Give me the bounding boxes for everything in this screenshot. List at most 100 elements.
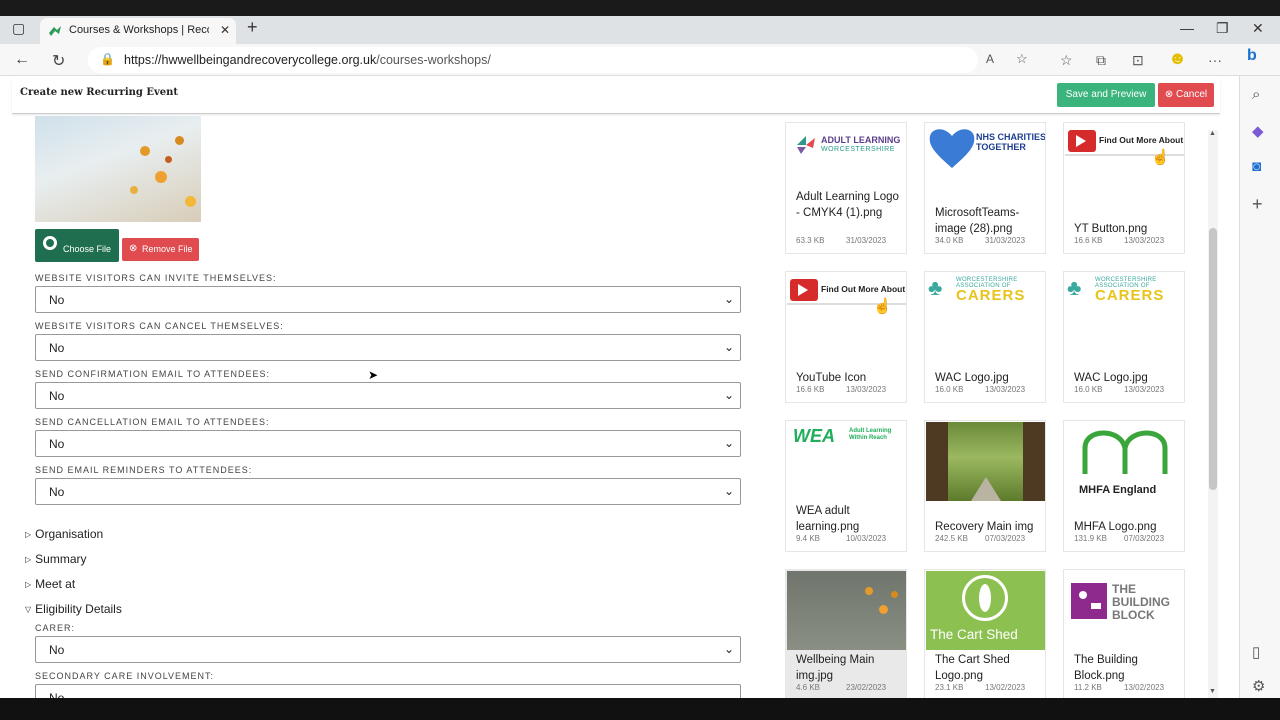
media-card[interactable]: Find Out More About ☝ YT Button.png 16.6… (1063, 122, 1185, 254)
outlook-icon[interactable]: ◙ (1252, 158, 1261, 175)
maximize-icon[interactable]: ❐ (1216, 20, 1229, 37)
search-icon[interactable]: ⌕ (1252, 86, 1260, 103)
select-value: No (49, 341, 65, 355)
hand-pointer-icon: ☝ (1151, 149, 1170, 166)
media-thumbnail: Find Out More About ☝ (1065, 124, 1184, 203)
minimize-icon[interactable]: — (1180, 20, 1194, 36)
close-tab-icon[interactable]: ✕ (220, 23, 230, 37)
tree-trunk (1023, 422, 1045, 501)
section-eligibility-details[interactable]: ▽ Eligibility Details (25, 602, 122, 616)
media-size: 23.1 KB (935, 683, 964, 692)
path-shape (971, 477, 1001, 501)
media-library: ADULT LEARNING WORCESTERSHIRE Adult Lear… (780, 116, 1210, 698)
emoji-extension-icon[interactable]: ☻ (1168, 48, 1187, 69)
close-window-icon[interactable]: ✕ (1252, 20, 1264, 37)
mhfa-logo-icon (1082, 430, 1168, 474)
favorite-add-icon[interactable]: ☆ (1016, 51, 1028, 67)
media-thumbnail: NHS CHARITIES TOGETHER (926, 124, 1045, 203)
favorites-icon[interactable]: ☆ (1060, 52, 1073, 69)
confirmation-email-select[interactable]: No ⌄ (35, 382, 741, 409)
select-value: No (49, 293, 65, 307)
cancel-button[interactable]: ⊗ Cancel (1158, 83, 1214, 107)
media-card[interactable]: NHS CHARITIES TOGETHER MicrosoftTeams-im… (924, 122, 1046, 254)
flower-dot (865, 587, 873, 595)
media-thumbnail: WEA Adult Learning Within Reach (787, 422, 906, 501)
sidebar-toggle-icon[interactable]: ▯ (1252, 643, 1260, 661)
media-name: The Cart Shed Logo.png (935, 654, 1010, 682)
chevron-down-icon: ⌄ (723, 484, 734, 498)
thumb-text: THE BUILDING BLOCK (1112, 582, 1170, 622)
media-name: WAC Logo.jpg (1074, 372, 1148, 384)
confirmation-email-label: SEND CONFIRMATION EMAIL TO ATTENDEES: (35, 369, 271, 379)
invite-themselves-select[interactable]: No ⌄ (35, 286, 741, 313)
thumb-text: ADULT LEARNING (821, 135, 901, 145)
media-card[interactable]: MHFA England MHFA Logo.png 131.9 KB 07/0… (1063, 420, 1185, 552)
media-card[interactable]: ♣ WORCESTERSHIRE ASSOCIATION OF CARERS W… (1063, 271, 1185, 403)
image-preview (35, 116, 201, 222)
secondary-care-select[interactable]: No ⌄ (35, 684, 741, 698)
refresh-icon[interactable]: ↻ (52, 51, 65, 71)
media-size: 16.0 KB (1074, 385, 1103, 394)
browser-window: ▢ Courses & Workshops | Recovery ✕ + — ❐… (0, 16, 1280, 698)
media-size: 63.3 KB (796, 236, 825, 245)
scroll-down-icon[interactable]: ▼ (1209, 688, 1216, 695)
caret-right-icon: ▷ (25, 530, 32, 539)
chevron-down-icon: ⌄ (723, 292, 734, 306)
edge-sidebar: ⌕ ◆ ◙ + ▯ ⚙ (1239, 76, 1280, 698)
settings-gear-icon[interactable]: ⚙ (1252, 677, 1265, 695)
media-name: WAC Logo.jpg (935, 372, 1009, 384)
remove-file-label: Remove File (142, 244, 193, 254)
section-label: Eligibility Details (35, 602, 122, 616)
section-meet-at[interactable]: ▷ Meet at (25, 577, 75, 591)
back-icon[interactable]: ← (14, 51, 30, 69)
building-block-icon (1071, 583, 1107, 619)
media-card[interactable]: The Cart Shed The Cart Shed Logo.png 23.… (924, 569, 1046, 698)
media-card[interactable]: ADULT LEARNING WORCESTERSHIRE Adult Lear… (785, 122, 907, 254)
tree-trunk (926, 422, 948, 501)
media-card[interactable]: THE BUILDING BLOCK The Building Block.pn… (1063, 569, 1185, 698)
media-card[interactable]: Recovery Main img 242.5 KB 07/03/2023 (924, 420, 1046, 552)
cancel-themselves-select[interactable]: No ⌄ (35, 334, 741, 361)
media-card[interactable]: Wellbeing Main img.jpg 4.6 KB 23/02/2023 (785, 569, 907, 698)
add-sidebar-app-icon[interactable]: + (1252, 194, 1263, 215)
media-size: 16.6 KB (1074, 236, 1103, 245)
email-reminders-select[interactable]: No ⌄ (35, 478, 741, 505)
more-menu-icon[interactable]: ··· (1208, 52, 1222, 68)
media-card[interactable]: WEA Adult Learning Within Reach WEA adul… (785, 420, 907, 552)
cart-shed-leaf-icon (962, 575, 1008, 621)
bing-icon[interactable]: b (1247, 47, 1257, 65)
media-card[interactable]: Find Out More About ☝ YouTube Icon 16.6 … (785, 271, 907, 403)
carer-select[interactable]: No ⌄ (35, 636, 741, 663)
media-date: 13/03/2023 (1124, 385, 1165, 394)
scroll-up-icon[interactable]: ▲ (1209, 130, 1216, 137)
chevron-down-icon: ⌄ (723, 690, 734, 698)
browser-tab[interactable]: Courses & Workshops | Recovery ✕ (40, 18, 236, 44)
choose-file-button[interactable]: Choose File (35, 229, 119, 262)
caret-down-icon: ▽ (25, 605, 32, 614)
collections-icon[interactable]: ⧉ (1096, 52, 1106, 69)
new-tab-icon[interactable]: + (247, 17, 258, 38)
media-scrollbar[interactable]: ▲ ▼ (1208, 130, 1218, 698)
tab-actions-icon[interactable]: ▢ (12, 20, 25, 37)
youtube-icon (1068, 130, 1096, 152)
remove-file-button[interactable]: ⊗ Remove File (122, 238, 199, 261)
media-date: 31/03/2023 (846, 236, 887, 245)
read-aloud-icon[interactable]: A (986, 52, 994, 66)
section-summary[interactable]: ▷ Summary (25, 552, 87, 566)
extensions-icon[interactable]: ⊡ (1132, 52, 1144, 69)
section-label: Summary (35, 552, 87, 566)
flower-dot (140, 146, 150, 156)
save-and-preview-button[interactable]: Save and Preview (1057, 83, 1155, 107)
copilot-icon[interactable]: ◆ (1252, 122, 1264, 140)
url-field[interactable]: 🔒 https://hwwellbeingandrecoverycollege.… (88, 47, 1028, 73)
media-thumbnail: THE BUILDING BLOCK (1065, 571, 1184, 650)
scrollbar-thumb[interactable] (1209, 228, 1217, 490)
media-size: 16.0 KB (935, 385, 964, 394)
cancellation-email-select[interactable]: No ⌄ (35, 430, 741, 457)
media-thumbnail: ♣ WORCESTERSHIRE ASSOCIATION OF CARERS (926, 273, 1045, 352)
select-value: No (49, 389, 65, 403)
carer-label: CARER: (35, 623, 76, 633)
chevron-down-icon: ⌄ (723, 388, 734, 402)
media-card[interactable]: ♣ WORCESTERSHIRE ASSOCIATION OF CARERS W… (924, 271, 1046, 403)
section-organisation[interactable]: ▷ Organisation (25, 527, 103, 541)
